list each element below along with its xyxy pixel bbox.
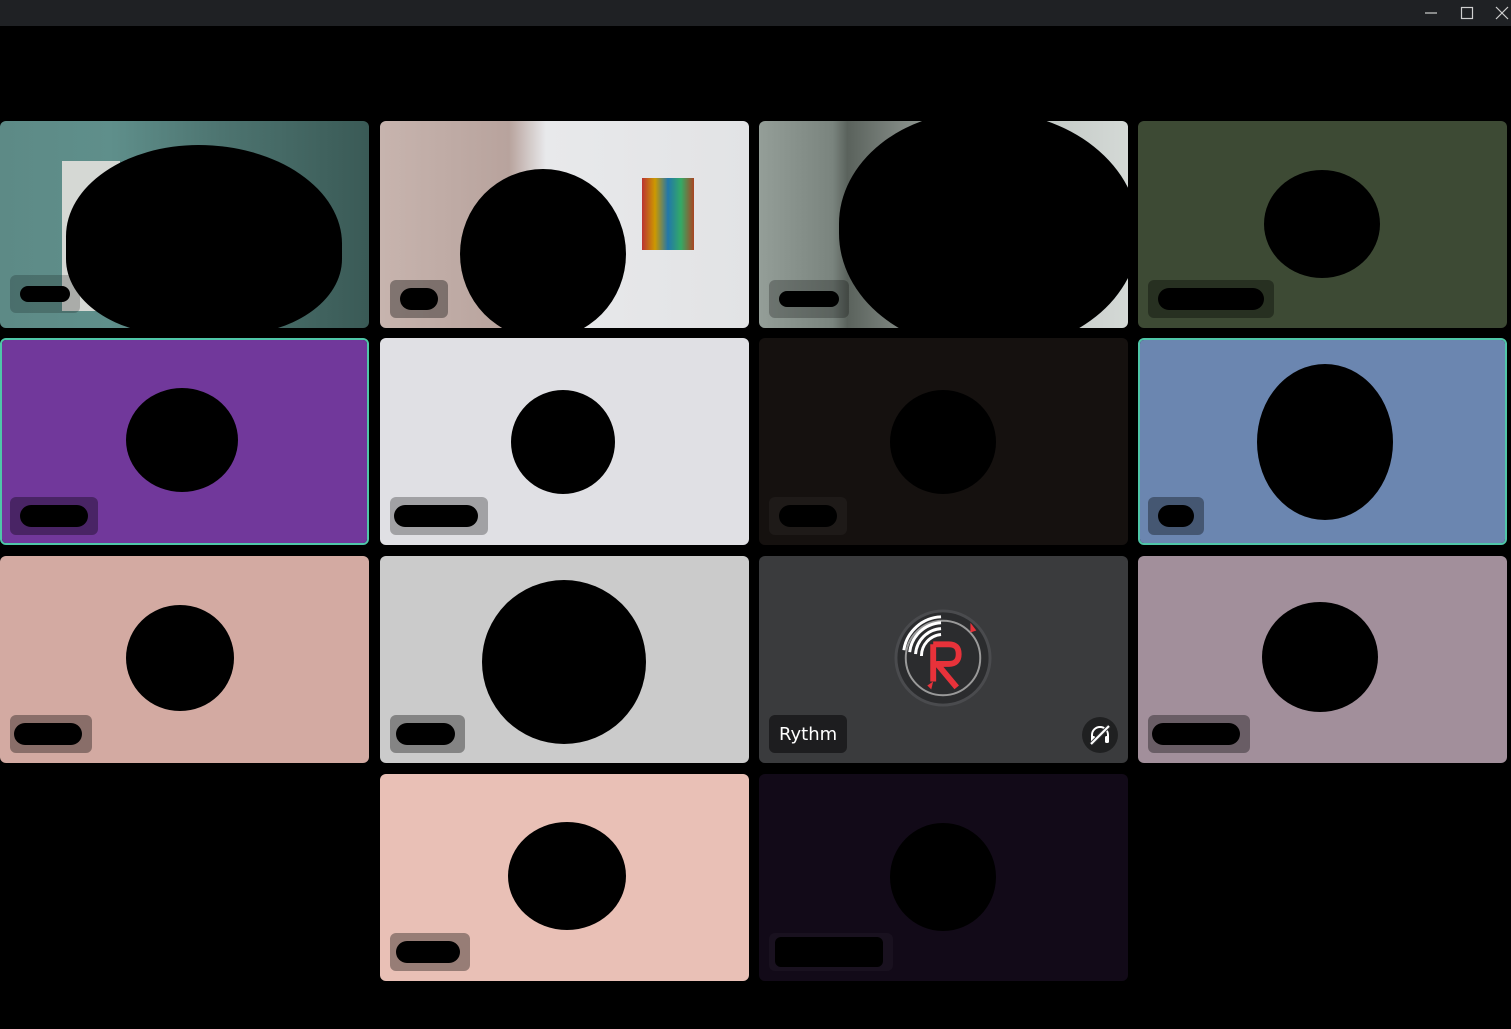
redacted-name xyxy=(779,505,837,527)
participant-nameplate xyxy=(769,497,847,535)
participant-tile[interactable] xyxy=(0,121,369,328)
deafened-headphones-icon xyxy=(1082,717,1118,753)
redacted-name xyxy=(775,937,883,967)
avatar xyxy=(1264,170,1380,278)
participant-nameplate xyxy=(390,497,488,535)
participant-tile[interactable] xyxy=(759,121,1128,328)
participant-nameplate xyxy=(769,280,849,318)
avatar xyxy=(511,390,615,494)
participant-nameplate xyxy=(390,280,448,318)
avatar xyxy=(126,388,238,492)
minimize-button[interactable] xyxy=(1413,0,1449,26)
participant-nameplate: Rythm xyxy=(769,715,848,753)
participant-tile[interactable] xyxy=(380,774,749,981)
redacted-name xyxy=(20,286,70,302)
avatar xyxy=(1262,602,1378,712)
redacted-name xyxy=(20,505,88,527)
participant-nameplate xyxy=(10,497,98,535)
participant-tile-speaking[interactable] xyxy=(1138,338,1507,545)
redacted-name xyxy=(1158,288,1264,310)
redaction-blob xyxy=(460,169,626,328)
avatar xyxy=(1257,364,1393,520)
maximize-icon xyxy=(1460,6,1474,20)
participant-tile[interactable] xyxy=(0,556,369,763)
participant-nameplate xyxy=(1148,715,1250,753)
participant-nameplate xyxy=(10,275,80,313)
participant-nameplate xyxy=(10,715,92,753)
redacted-name xyxy=(396,723,455,745)
participant-tile-speaking[interactable] xyxy=(0,338,369,545)
participant-nameplate xyxy=(390,715,465,753)
redacted-name xyxy=(396,941,460,963)
participant-tile[interactable] xyxy=(1138,556,1507,763)
participant-tile[interactable] xyxy=(759,338,1128,545)
avatar xyxy=(890,390,996,494)
avatar xyxy=(126,605,234,711)
participant-name: Rythm xyxy=(779,723,838,745)
avatar xyxy=(890,823,996,931)
redacted-name xyxy=(1158,505,1194,527)
avatar xyxy=(482,580,646,744)
window-titlebar xyxy=(0,0,1511,26)
participant-tile[interactable] xyxy=(1138,121,1507,328)
redacted-name xyxy=(779,291,839,307)
maximize-button[interactable] xyxy=(1449,0,1485,26)
close-button[interactable] xyxy=(1484,0,1511,26)
redacted-name xyxy=(400,288,438,310)
rythm-logo-icon xyxy=(894,609,992,707)
participant-tile[interactable] xyxy=(759,774,1128,981)
participant-nameplate xyxy=(390,933,470,971)
redacted-name xyxy=(394,505,478,527)
minimize-icon xyxy=(1425,12,1437,14)
close-icon xyxy=(1495,6,1509,20)
participant-tile[interactable] xyxy=(380,556,749,763)
participant-nameplate xyxy=(1148,497,1204,535)
participant-nameplate xyxy=(769,933,893,971)
redacted-name xyxy=(1152,723,1240,745)
redacted-name xyxy=(14,723,82,745)
participant-tile[interactable] xyxy=(380,338,749,545)
video-poster xyxy=(642,178,694,250)
participant-tile-bot[interactable]: Rythm xyxy=(759,556,1128,763)
avatar xyxy=(508,822,626,930)
participant-nameplate xyxy=(1148,280,1274,318)
participant-tile[interactable] xyxy=(380,121,749,328)
redaction-blob xyxy=(839,121,1128,328)
